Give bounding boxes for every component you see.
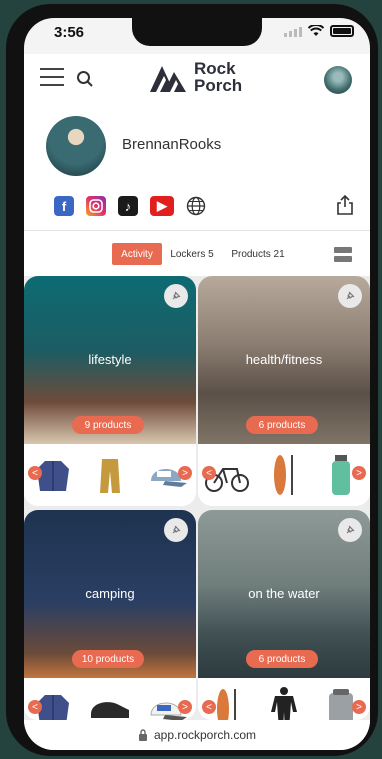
logo-text: Rock Porch bbox=[194, 60, 242, 94]
locker-card-health-fitness[interactable]: health/fitness 6 products < > bbox=[198, 276, 370, 506]
screen: 3:56 Rock Porch BrennanRooks f ♪ ▶ Activ… bbox=[24, 18, 370, 750]
lock-icon bbox=[138, 729, 147, 741]
logo-mark-icon bbox=[150, 66, 186, 92]
locker-count: 9 products bbox=[72, 416, 144, 434]
profile-avatar bbox=[46, 116, 106, 176]
social-links: f ♪ ▶ bbox=[54, 196, 206, 216]
notch bbox=[132, 18, 262, 46]
scroll-left-arrow[interactable]: < bbox=[28, 700, 42, 714]
menu-icon[interactable] bbox=[40, 68, 64, 86]
tab-activity[interactable]: Activity bbox=[112, 243, 162, 265]
pants-thumbnail[interactable] bbox=[86, 451, 134, 499]
scroll-left-arrow[interactable]: < bbox=[202, 700, 216, 714]
status-icons bbox=[284, 25, 354, 37]
signal-icon bbox=[284, 26, 302, 37]
globe-icon[interactable] bbox=[186, 196, 206, 216]
battery-icon bbox=[330, 25, 354, 37]
search-icon[interactable] bbox=[76, 70, 94, 88]
locker-title: camping bbox=[85, 586, 135, 601]
share-icon[interactable] bbox=[336, 194, 354, 216]
locker-title: health/fitness bbox=[245, 352, 323, 367]
tab-lockers[interactable]: Lockers 5 bbox=[166, 243, 218, 265]
wifi-icon bbox=[308, 25, 324, 36]
locker-card-on-the-water[interactable]: on the water 6 products < > bbox=[198, 510, 370, 720]
locker-title: on the water bbox=[248, 586, 320, 601]
product-thumbnails bbox=[198, 444, 370, 506]
scroll-right-arrow[interactable]: > bbox=[352, 466, 366, 480]
product-thumbnails bbox=[198, 678, 370, 720]
locker-card-camping[interactable]: camping 10 products < > bbox=[24, 510, 196, 720]
locker-count: 10 products bbox=[72, 650, 144, 668]
pin-icon[interactable] bbox=[164, 518, 188, 542]
scroll-right-arrow[interactable]: > bbox=[352, 700, 366, 714]
locker-count: 6 products bbox=[246, 416, 318, 434]
product-thumbnails bbox=[24, 444, 196, 506]
view-toggle-icon[interactable] bbox=[334, 247, 352, 263]
scroll-right-arrow[interactable]: > bbox=[178, 700, 192, 714]
pin-icon[interactable] bbox=[338, 518, 362, 542]
browser-url-bar[interactable]: app.rockporch.com bbox=[24, 720, 370, 750]
youtube-icon[interactable]: ▶ bbox=[150, 196, 174, 216]
tab-products[interactable]: Products 21 bbox=[224, 243, 292, 265]
status-time: 3:56 bbox=[54, 24, 85, 41]
tiktok-icon[interactable]: ♪ bbox=[118, 196, 138, 216]
pin-icon[interactable] bbox=[164, 284, 188, 308]
logo-line-2: Porch bbox=[194, 76, 243, 95]
locker-count: 6 products bbox=[246, 650, 318, 668]
top-nav: Rock Porch bbox=[24, 54, 370, 110]
profile-section: BrennanRooks f ♪ ▶ Activity Lockers 5 Pr… bbox=[24, 110, 370, 276]
paddleboard-thumbnail[interactable] bbox=[260, 451, 308, 499]
locker-grid: lifestyle 9 products < > health/fitness … bbox=[24, 276, 370, 720]
phone-frame: 3:56 Rock Porch BrennanRooks f ♪ ▶ Activ… bbox=[6, 4, 378, 756]
scroll-right-arrow[interactable]: > bbox=[178, 466, 192, 480]
clog-thumbnail[interactable] bbox=[86, 685, 134, 720]
logo-line-1: Rock bbox=[194, 59, 236, 78]
url-text: app.rockporch.com bbox=[153, 728, 257, 742]
profile-tabs: Activity Lockers 5 Products 21 bbox=[24, 230, 370, 276]
locker-card-lifestyle[interactable]: lifestyle 9 products < > bbox=[24, 276, 196, 506]
pin-icon[interactable] bbox=[338, 284, 362, 308]
profile-username: BrennanRooks bbox=[122, 136, 222, 153]
locker-title: lifestyle bbox=[88, 352, 132, 367]
instagram-icon[interactable] bbox=[86, 196, 106, 216]
wetsuit-thumbnail[interactable] bbox=[260, 685, 308, 720]
logo[interactable]: Rock Porch bbox=[150, 60, 242, 94]
facebook-icon[interactable]: f bbox=[54, 196, 74, 216]
account-avatar[interactable] bbox=[324, 66, 352, 94]
scroll-left-arrow[interactable]: < bbox=[28, 466, 42, 480]
scroll-left-arrow[interactable]: < bbox=[202, 466, 216, 480]
product-thumbnails bbox=[24, 678, 196, 720]
